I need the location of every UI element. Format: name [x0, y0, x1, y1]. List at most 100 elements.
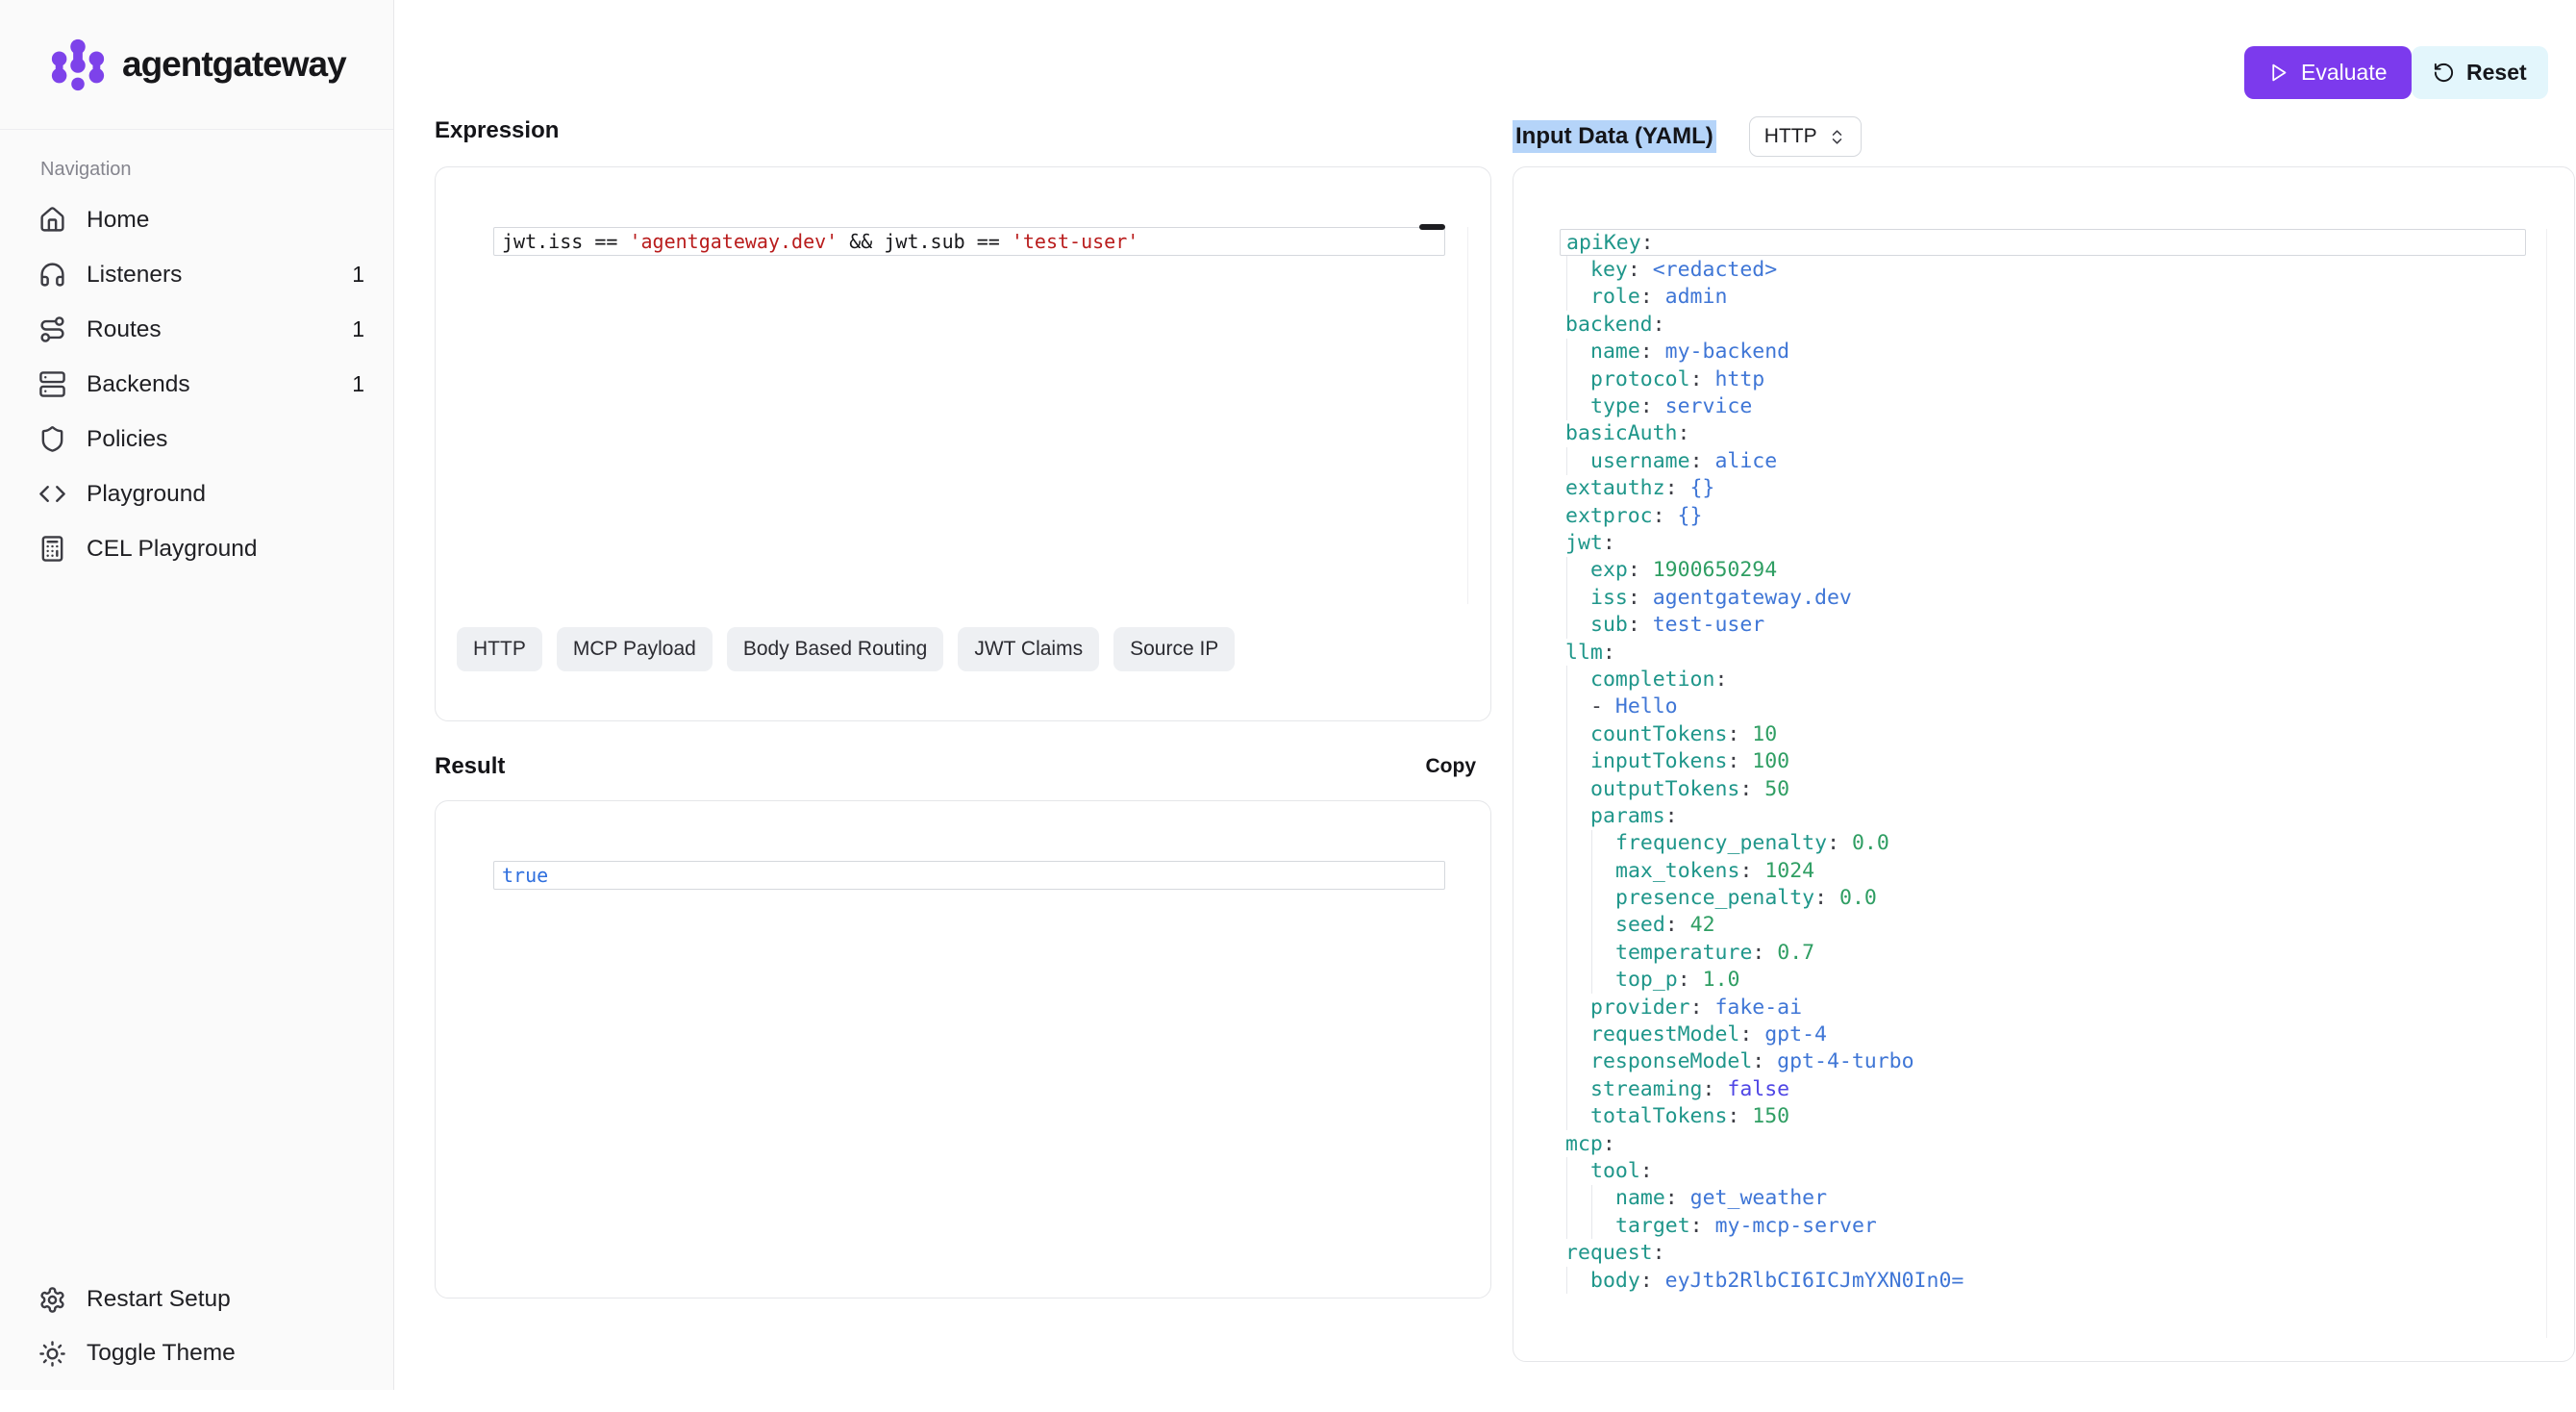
sidebar-action-restart-setup[interactable]: Restart Setup [38, 1273, 364, 1326]
yaml-line: target: my-mcp-server [1560, 1212, 2526, 1239]
sun-icon [38, 1340, 66, 1368]
page-root: agentgateway Navigation HomeListeners1Ro… [0, 0, 2576, 1412]
yaml-line: params: [1560, 802, 2526, 829]
count-badge: 1 [352, 371, 364, 397]
sample-chip-source-ip[interactable]: Source IP [1113, 627, 1235, 671]
context-select[interactable]: HTTP [1749, 116, 1862, 157]
yaml-line: seed: 42 [1560, 912, 2526, 939]
sidebar-action-toggle-theme[interactable]: Toggle Theme [38, 1326, 364, 1380]
yaml-line: name: get_weather [1560, 1185, 2526, 1212]
yaml-line: sub: test-user [1560, 611, 2526, 638]
sidebar-item-routes[interactable]: Routes 1 [38, 302, 364, 357]
brand-logo[interactable]: agentgateway [0, 0, 393, 130]
nav-list: Home Listeners 1 Routes 1 Backends 1 Policies Pl… [0, 192, 393, 576]
shield-icon [38, 425, 66, 453]
yaml-line: extproc: {} [1560, 502, 2526, 529]
sample-chip-jwt-claims[interactable]: JWT Claims [958, 627, 1099, 671]
sample-chip-body-based-routing[interactable]: Body Based Routing [727, 627, 943, 671]
yaml-line: top_p: 1.0 [1560, 967, 2526, 994]
yaml-line: llm: [1560, 639, 2526, 666]
sidebar-item-listeners[interactable]: Listeners 1 [38, 247, 364, 302]
chevrons-up-down-icon [1828, 128, 1846, 146]
yaml-line: - Hello [1560, 693, 2526, 720]
input-data-title: Input Data (YAML) [1513, 120, 1716, 153]
yaml-line: basicAuth: [1560, 420, 2526, 447]
input-data-column: Input Data (YAML) HTTP apiKey:key: <reda… [1513, 116, 2575, 1362]
yaml-line: provider: fake-ai [1560, 994, 2526, 1021]
yaml-line: mcp: [1560, 1130, 2526, 1157]
yaml-line: jwt: [1560, 529, 2526, 556]
sidebar-item-home[interactable]: Home [38, 192, 364, 247]
route-icon [38, 315, 66, 343]
yaml-line: type: service [1560, 392, 2526, 419]
sample-chip-mcp-payload[interactable]: MCP Payload [557, 627, 713, 671]
yaml-line: presence_penalty: 0.0 [1560, 884, 2526, 911]
count-badge: 1 [352, 262, 364, 288]
sidebar-item-backends[interactable]: Backends 1 [38, 357, 364, 412]
sidebar: agentgateway Navigation HomeListeners1Ro… [0, 0, 394, 1390]
yaml-line: responseModel: gpt-4-turbo [1560, 1048, 2526, 1075]
yaml-line: tool: [1560, 1157, 2526, 1184]
nav-item-label: Playground [87, 481, 206, 508]
yaml-line: key: <redacted> [1560, 256, 2526, 283]
sample-chip-http[interactable]: HTTP [457, 627, 542, 671]
yaml-line: role: admin [1560, 284, 2526, 311]
sidebar-item-playground[interactable]: Playground [38, 466, 364, 521]
result-value: true [493, 861, 1445, 890]
yaml-line: countTokens: 10 [1560, 720, 2526, 747]
sample-chips: HTTP MCP Payload Body Based Routing JWT Cla… [457, 627, 1235, 671]
yaml-line: outputTokens: 50 [1560, 775, 2526, 802]
yaml-line: completion: [1560, 666, 2526, 693]
context-select-value: HTTP [1764, 125, 1817, 148]
result-card: true [435, 800, 1491, 1299]
yaml-line: request: [1560, 1239, 2526, 1266]
expression-editor[interactable]: jwt.iss == 'agentgateway.dev' && jwt.sub… [493, 227, 1468, 604]
yaml-editor[interactable]: apiKey:key: <redacted>role: adminbackend… [1560, 229, 2547, 1338]
code-icon [38, 480, 66, 508]
reset-label: Reset [2466, 60, 2527, 86]
nav-item-label: Restart Setup [87, 1286, 231, 1313]
result-title: Result [435, 752, 505, 781]
nav-item-label: Listeners [87, 262, 182, 289]
nav-item-label: CEL Playground [87, 536, 258, 563]
yaml-line: username: alice [1560, 447, 2526, 474]
input-data-header: Input Data (YAML) HTTP [1513, 116, 2575, 157]
gear-icon [38, 1286, 66, 1314]
yaml-line: requestModel: gpt-4 [1560, 1021, 2526, 1047]
nav-item-label: Toggle Theme [87, 1340, 236, 1367]
yaml-line: name: my-backend [1560, 339, 2526, 366]
home-icon [38, 206, 66, 234]
yaml-line: max_tokens: 1024 [1560, 857, 2526, 884]
yaml-line: exp: 1900650294 [1560, 557, 2526, 584]
evaluate-label: Evaluate [2301, 60, 2388, 86]
sidebar-item-policies[interactable]: Policies [38, 412, 364, 466]
nav-item-label: Policies [87, 426, 167, 453]
play-icon [2268, 63, 2288, 83]
yaml-line: apiKey: [1560, 229, 2526, 256]
nav-item-label: Home [87, 207, 149, 234]
yaml-line: streaming: false [1560, 1075, 2526, 1102]
nav-item-label: Routes [87, 316, 162, 343]
sidebar-item-cel-playground[interactable]: CEL Playground [38, 521, 364, 576]
yaml-line: frequency_penalty: 0.0 [1560, 830, 2526, 857]
yaml-line: inputTokens: 100 [1560, 747, 2526, 774]
evaluate-button[interactable]: Evaluate [2244, 46, 2412, 99]
yaml-line: protocol: http [1560, 366, 2526, 392]
expression-column: Expression jwt.iss == 'agentgateway.dev'… [435, 116, 1491, 1299]
scrollbar-thumb[interactable] [1419, 224, 1445, 230]
input-data-card: apiKey:key: <redacted>role: adminbackend… [1513, 166, 2575, 1362]
agentgateway-logo-icon [48, 35, 108, 94]
expression-code-line[interactable]: jwt.iss == 'agentgateway.dev' && jwt.sub… [493, 227, 1445, 256]
count-badge: 1 [352, 316, 364, 342]
reset-button[interactable]: Reset [2412, 46, 2548, 99]
server-icon [38, 370, 66, 398]
yaml-line: totalTokens: 150 [1560, 1103, 2526, 1130]
brand-name: agentgateway [122, 44, 346, 85]
yaml-line: extauthz: {} [1560, 475, 2526, 502]
yaml-line: temperature: 0.7 [1560, 939, 2526, 966]
nav-item-label: Backends [87, 371, 190, 398]
copy-button[interactable]: Copy [1426, 755, 1477, 778]
headphones-icon [38, 261, 66, 289]
expression-title: Expression [435, 116, 1491, 145]
calculator-icon [38, 535, 66, 563]
